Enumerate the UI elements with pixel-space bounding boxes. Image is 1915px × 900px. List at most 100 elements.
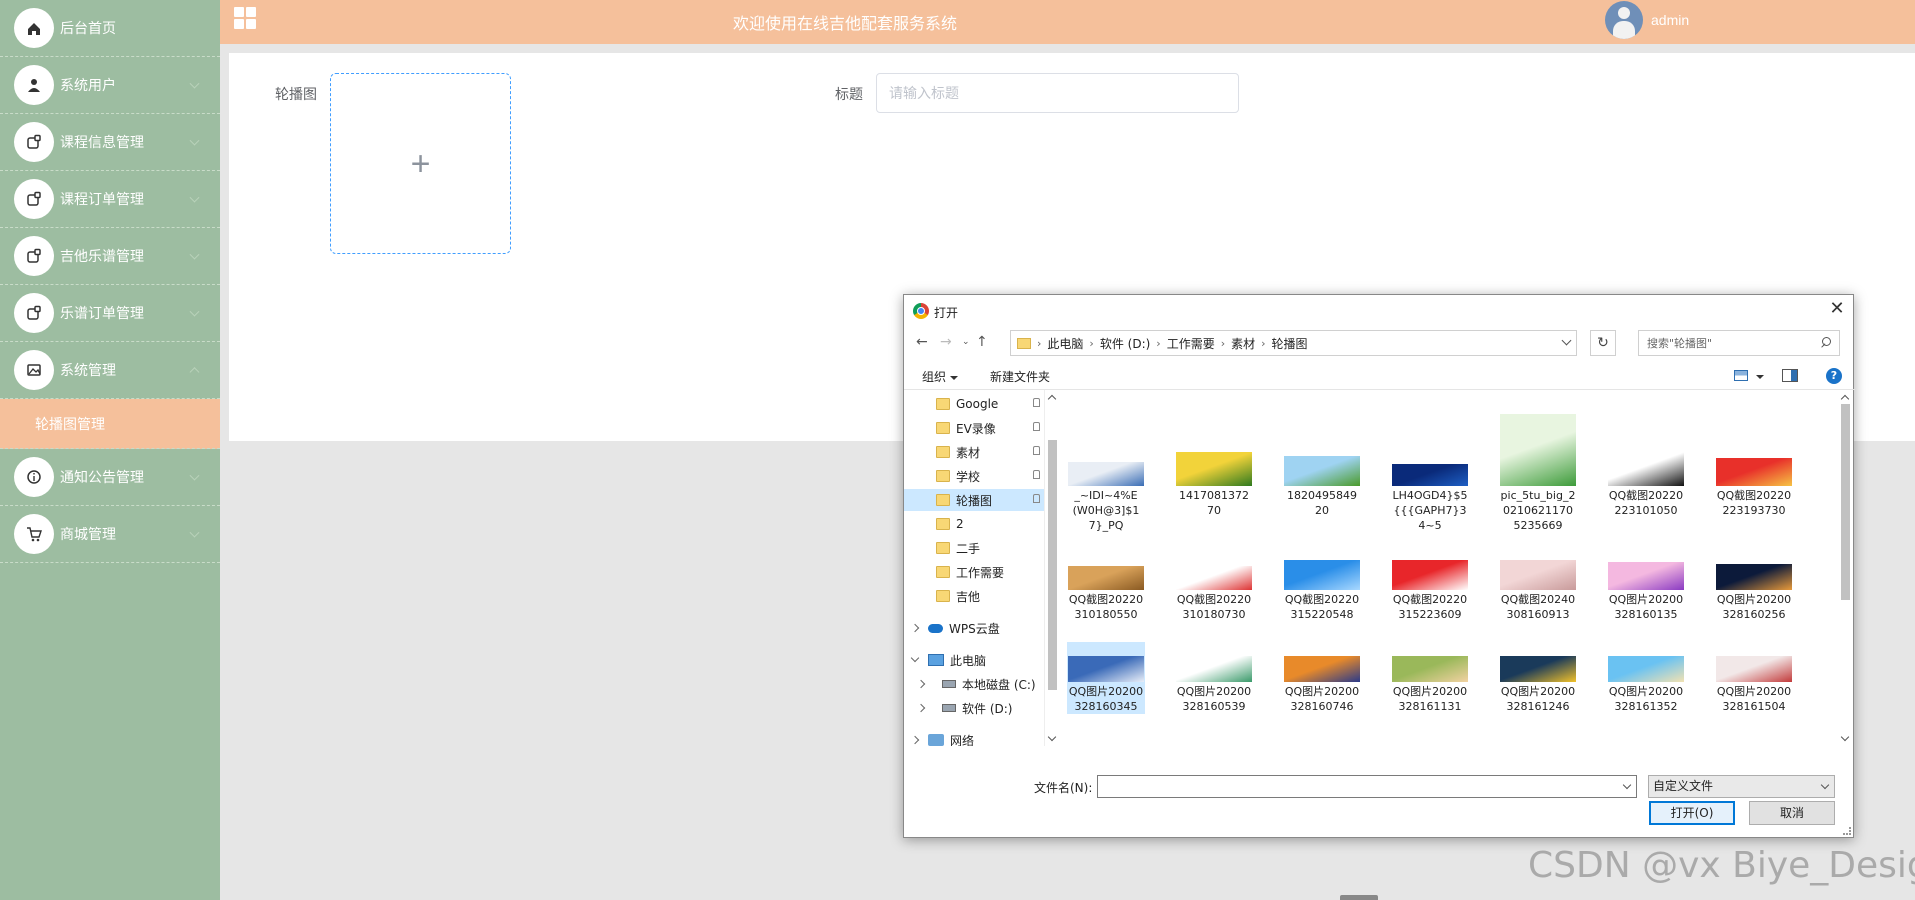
file-tile[interactable]: 182049584920 — [1283, 396, 1361, 518]
open-button[interactable]: 打开(O) — [1649, 801, 1735, 825]
file-tile[interactable]: QQ图片20200328161352 — [1607, 642, 1685, 714]
tree-item[interactable]: 素材 — [904, 441, 1044, 463]
chevron-right-icon[interactable] — [916, 703, 926, 713]
chevron-right-icon[interactable] — [910, 735, 920, 745]
recent-dropdown-icon[interactable]: ⌄ — [962, 337, 970, 347]
sidebar-item[interactable]: 后台首页 — [0, 0, 220, 57]
file-tile[interactable]: QQ截图20220310180550 — [1067, 550, 1145, 622]
dialog-titlebar[interactable]: 打开 ✕ — [904, 295, 1853, 325]
scroll-thumb[interactable] — [1841, 404, 1850, 600]
chevron-right-icon[interactable] — [910, 623, 920, 633]
sidebar-item[interactable]: 系统管理 — [0, 342, 220, 399]
sidebar-item[interactable]: 通知公告管理 — [0, 449, 220, 506]
breadcrumb-item[interactable]: 轮播图 — [1272, 335, 1308, 352]
tree-item[interactable]: 网络 — [904, 729, 1044, 746]
caret-down-icon[interactable] — [1756, 375, 1764, 379]
file-tile[interactable]: QQ截图20220315223609 — [1391, 550, 1469, 622]
file-tile[interactable]: QQ图片20200328161504 — [1715, 642, 1793, 714]
file-name: QQ图片20200328161352 — [1608, 685, 1684, 713]
breadcrumb-item[interactable]: 素材 — [1231, 335, 1255, 352]
file-tile[interactable]: 141708137270 — [1175, 396, 1253, 518]
search-box[interactable] — [1638, 330, 1840, 356]
chevron-down-icon[interactable] — [1561, 335, 1572, 346]
file-tile[interactable]: pic_5tu_big_202106211705235669 — [1499, 396, 1577, 533]
forward-arrow-icon[interactable]: → — [940, 334, 952, 350]
breadcrumb-item[interactable]: 工作需要 — [1167, 335, 1215, 352]
file-name: QQ截图20220315223609 — [1392, 593, 1468, 621]
tree-item[interactable]: Google — [904, 393, 1044, 415]
search-input[interactable] — [1639, 336, 1819, 350]
address-bar[interactable]: › 此电脑 › 软件 (D:) › 工作需要 › 素材 › 轮播图 — [1010, 330, 1577, 356]
file-tile[interactable]: QQ截图20220315220548 — [1283, 550, 1361, 622]
organize-menu[interactable]: 组织 — [922, 368, 959, 385]
sidebar-subitem-carousel[interactable]: 轮播图管理 — [0, 399, 220, 449]
new-folder-button[interactable]: 新建文件夹 — [990, 368, 1050, 385]
file-tile[interactable]: QQ截图20220223193730 — [1715, 396, 1793, 518]
sidebar-item[interactable]: 系统用户 — [0, 57, 220, 114]
filetype-select[interactable]: 自定义文件 — [1648, 775, 1835, 798]
filename-input[interactable] — [1098, 776, 1608, 797]
file-tile[interactable]: QQ图片20200328160256 — [1715, 550, 1793, 622]
preview-pane-icon[interactable] — [1782, 369, 1798, 382]
files-scrollbar[interactable] — [1838, 390, 1853, 746]
breadcrumb-item[interactable]: 此电脑 — [1047, 335, 1083, 352]
tree-item[interactable]: 本地磁盘 (C:) — [904, 673, 1044, 695]
chevron-right-icon[interactable] — [916, 679, 926, 689]
back-arrow-icon[interactable]: ← — [916, 334, 928, 350]
filename-combobox[interactable] — [1097, 775, 1637, 798]
pin-icon — [1033, 446, 1040, 455]
sidebar-item[interactable]: 乐谱订单管理 — [0, 285, 220, 342]
file-tile[interactable]: QQ图片20200328160539 — [1175, 642, 1253, 714]
tree-item[interactable]: 2 — [904, 513, 1044, 535]
scroll-down-icon[interactable] — [1840, 732, 1850, 742]
sidebar-item[interactable]: 吉他乐谱管理 — [0, 228, 220, 285]
file-tile[interactable]: QQ截图20220310180730 — [1175, 550, 1253, 622]
file-tile[interactable]: QQ图片20200328160135 — [1607, 550, 1685, 622]
pin-icon — [1033, 470, 1040, 479]
file-tile[interactable]: _~IDI~4%E(W0H@3]$17}_PQ — [1067, 396, 1145, 533]
close-icon[interactable]: ✕ — [1827, 299, 1847, 319]
sidebar-item[interactable]: 课程订单管理 — [0, 171, 220, 228]
avatar[interactable] — [1605, 1, 1643, 39]
resize-grip-icon[interactable] — [1843, 827, 1851, 835]
tree-item[interactable]: 轮播图 — [904, 489, 1044, 511]
sidebar-item[interactable]: 课程信息管理 — [0, 114, 220, 171]
pin-icon — [1033, 422, 1040, 431]
tree-scrollbar[interactable] — [1044, 390, 1059, 746]
refresh-button[interactable]: ↻ — [1590, 330, 1616, 356]
file-tile[interactable]: QQ图片20200328160345 — [1067, 642, 1145, 714]
file-tile[interactable]: QQ图片20200328161131 — [1391, 642, 1469, 714]
tree-item[interactable]: 学校 — [904, 465, 1044, 487]
file-tile[interactable]: QQ图片20200328161246 — [1499, 642, 1577, 714]
file-tile[interactable]: QQ截图20240308160913 — [1499, 550, 1577, 622]
username[interactable]: admin — [1651, 12, 1689, 28]
tree-item[interactable]: 此电脑 — [904, 649, 1044, 671]
cancel-button[interactable]: 取消 — [1749, 801, 1835, 825]
scroll-thumb[interactable] — [1048, 440, 1057, 690]
chevron-down-icon — [189, 78, 200, 89]
image-upload[interactable]: + — [330, 73, 511, 254]
tree-item[interactable]: 工作需要 — [904, 561, 1044, 583]
help-icon[interactable]: ? — [1826, 368, 1842, 384]
up-arrow-icon[interactable]: ↑ — [976, 334, 988, 350]
scroll-up-icon[interactable] — [1840, 394, 1850, 404]
tree-item[interactable]: WPS云盘 — [904, 617, 1044, 639]
file-tile[interactable]: QQ截图20220223101050 — [1607, 396, 1685, 518]
breadcrumb-item[interactable]: 软件 (D:) — [1100, 335, 1150, 352]
image-thumbnail — [1284, 560, 1360, 590]
file-tile[interactable]: LH4OGD4}$5{{{GAPH7}34~5 — [1391, 396, 1469, 533]
scroll-up-icon[interactable] — [1047, 394, 1057, 404]
tree-item[interactable]: 二手 — [904, 537, 1044, 559]
file-tile[interactable]: QQ图片20200328160746 — [1283, 642, 1361, 714]
scroll-down-icon[interactable] — [1047, 732, 1057, 742]
tree-item[interactable]: EV录像 — [904, 417, 1044, 439]
tree-item[interactable]: 软件 (D:) — [904, 697, 1044, 719]
chevron-down-icon[interactable] — [1622, 780, 1632, 790]
chevron-down-icon[interactable] — [910, 653, 920, 663]
view-mode-icon[interactable] — [1734, 370, 1748, 381]
sidebar-item[interactable]: 商城管理 — [0, 506, 220, 563]
dialog-title: 打开 — [934, 306, 959, 320]
tree-item[interactable]: 吉他 — [904, 585, 1044, 607]
title-input[interactable] — [876, 73, 1239, 113]
image-thumbnail — [1392, 656, 1468, 682]
